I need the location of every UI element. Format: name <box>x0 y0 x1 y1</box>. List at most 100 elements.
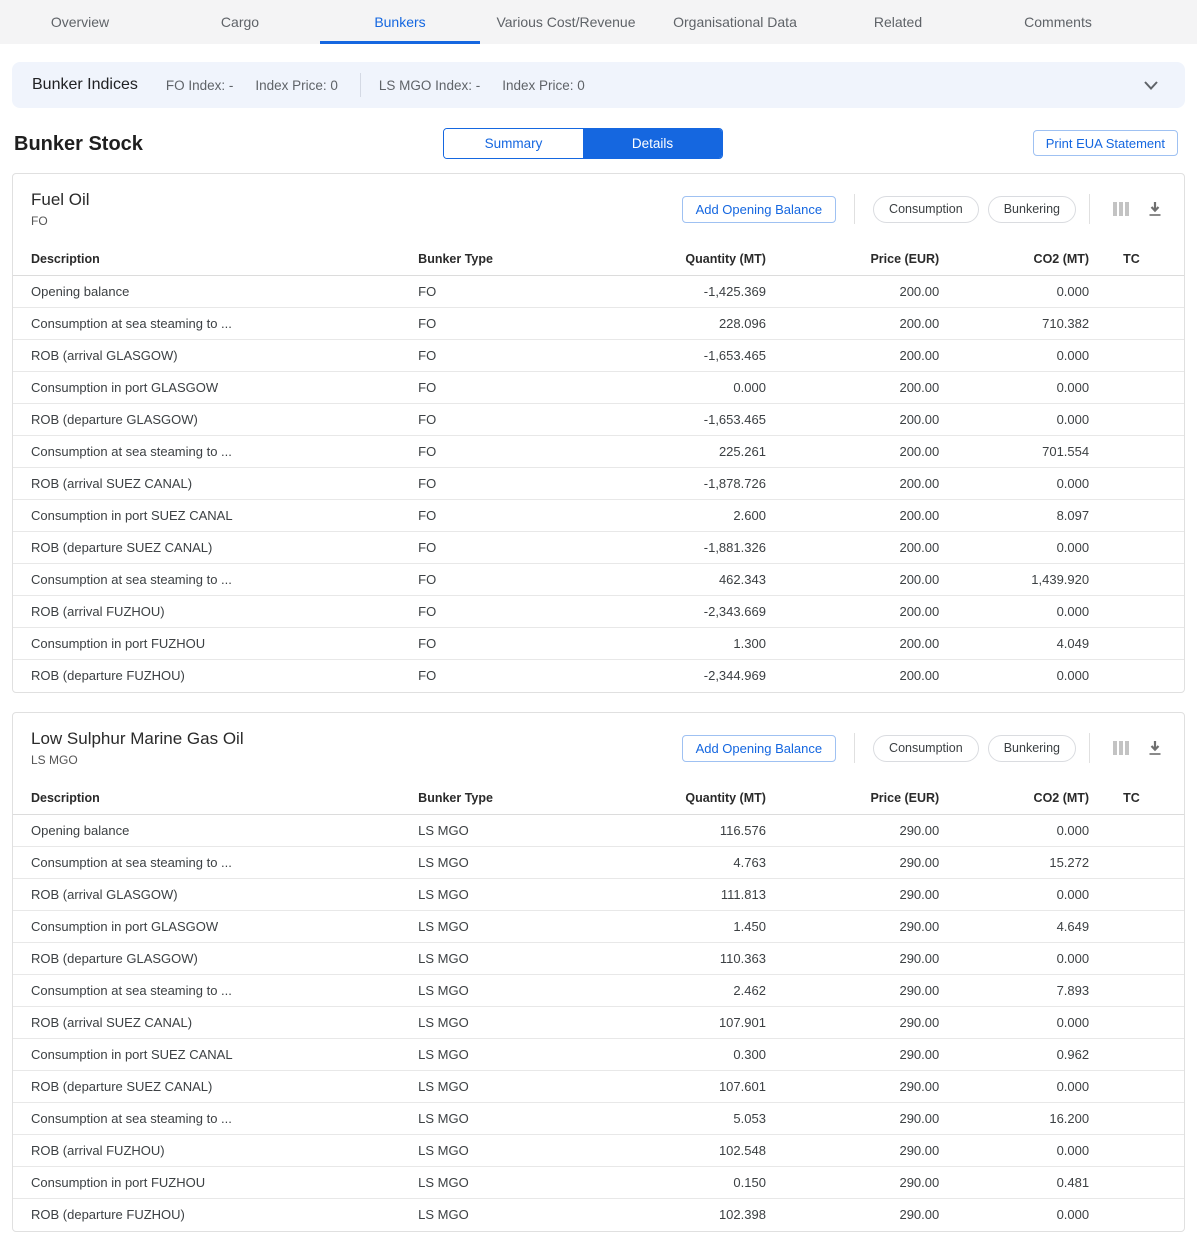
expand-indices-button[interactable] <box>1137 71 1165 99</box>
tab-comments[interactable]: Comments <box>978 0 1138 44</box>
column-settings-button[interactable] <box>1108 196 1134 222</box>
tab-cargo[interactable]: Cargo <box>160 0 320 44</box>
table-row: ROB (arrival GLASGOW)FO-1,653.465200.000… <box>13 340 1184 372</box>
bunker-indices-bar: Bunker Indices FO Index: - Index Price: … <box>12 62 1185 108</box>
col-price: Price (EUR) <box>766 244 939 276</box>
row-description: Consumption in port SUEZ CANAL <box>13 500 418 532</box>
row-quantity: 102.548 <box>594 1135 766 1167</box>
row-co2: 0.000 <box>939 1135 1089 1167</box>
row-co2: 0.000 <box>939 532 1089 564</box>
row-description: ROB (departure GLASGOW) <box>13 404 418 436</box>
row-bunker-type: LS MGO <box>418 1007 594 1039</box>
columns-icon <box>1113 741 1129 755</box>
tab-bunkers[interactable]: Bunkers <box>320 0 480 44</box>
tab-various-cost-revenue[interactable]: Various Cost/Revenue <box>480 0 652 44</box>
bunkering-button[interactable]: Bunkering <box>988 196 1076 223</box>
row-bunker-type: FO <box>418 276 594 308</box>
indices-divider <box>360 73 361 97</box>
tab-organisational-data[interactable]: Organisational Data <box>652 0 818 44</box>
col-tc: TC <box>1089 244 1184 276</box>
row-co2: 0.962 <box>939 1039 1089 1071</box>
row-co2: 0.000 <box>939 596 1089 628</box>
row-description: ROB (arrival GLASGOW) <box>13 879 418 911</box>
row-tc <box>1089 436 1184 468</box>
row-quantity: 116.576 <box>594 815 766 847</box>
row-price: 200.00 <box>766 628 939 660</box>
add-opening-balance-button[interactable]: Add Opening Balance <box>682 196 836 223</box>
row-bunker-type: FO <box>418 596 594 628</box>
table-row: Consumption at sea steaming to ...LS MGO… <box>13 975 1184 1007</box>
row-quantity: -2,343.669 <box>594 596 766 628</box>
table-row: ROB (arrival FUZHOU)FO-2,343.669200.000.… <box>13 596 1184 628</box>
row-co2: 0.000 <box>939 1199 1089 1231</box>
add-opening-balance-button[interactable]: Add Opening Balance <box>682 735 836 762</box>
row-price: 290.00 <box>766 975 939 1007</box>
row-bunker-type: FO <box>418 532 594 564</box>
bunkering-button[interactable]: Bunkering <box>988 735 1076 762</box>
col-description: Description <box>13 783 418 815</box>
consumption-button[interactable]: Consumption <box>873 196 979 223</box>
row-quantity: -1,653.465 <box>594 340 766 372</box>
chevron-down-icon <box>1144 81 1158 90</box>
row-co2: 0.000 <box>939 660 1089 692</box>
row-quantity: 2.600 <box>594 500 766 532</box>
download-icon <box>1147 201 1163 217</box>
row-quantity: -1,425.369 <box>594 276 766 308</box>
row-co2: 1,439.920 <box>939 564 1089 596</box>
row-description: Consumption in port SUEZ CANAL <box>13 1039 418 1071</box>
download-button[interactable] <box>1142 196 1168 222</box>
table-row: Consumption in port GLASGOWFO0.000200.00… <box>13 372 1184 404</box>
row-quantity: 462.343 <box>594 564 766 596</box>
row-quantity: 228.096 <box>594 308 766 340</box>
row-tc <box>1089 975 1184 1007</box>
col-bunker-type: Bunker Type <box>418 244 594 276</box>
row-description: Consumption at sea steaming to ... <box>13 308 418 340</box>
tab-related[interactable]: Related <box>818 0 978 44</box>
row-price: 200.00 <box>766 404 939 436</box>
table-row: ROB (arrival GLASGOW)LS MGO111.813290.00… <box>13 879 1184 911</box>
table-row: ROB (departure GLASGOW)FO-1,653.465200.0… <box>13 404 1184 436</box>
row-price: 200.00 <box>766 340 939 372</box>
row-description: ROB (arrival FUZHOU) <box>13 1135 418 1167</box>
table-row: Consumption in port FUZHOUFO1.300200.004… <box>13 628 1184 660</box>
row-price: 200.00 <box>766 436 939 468</box>
row-quantity: 225.261 <box>594 436 766 468</box>
row-price: 200.00 <box>766 276 939 308</box>
row-tc <box>1089 564 1184 596</box>
tab-overview[interactable]: Overview <box>0 0 160 44</box>
card-actions: Add Opening Balance Consumption Bunkerin… <box>682 733 1168 763</box>
table-row: ROB (arrival FUZHOU)LS MGO102.548290.000… <box>13 1135 1184 1167</box>
row-co2: 15.272 <box>939 847 1089 879</box>
row-co2: 0.000 <box>939 404 1089 436</box>
table-row: Consumption at sea steaming to ...FO225.… <box>13 436 1184 468</box>
top-tab-bar: Overview Cargo Bunkers Various Cost/Reve… <box>0 0 1197 44</box>
col-tc: TC <box>1089 783 1184 815</box>
row-co2: 8.097 <box>939 500 1089 532</box>
row-tc <box>1089 1135 1184 1167</box>
col-quantity: Quantity (MT) <box>594 244 766 276</box>
row-co2: 0.000 <box>939 372 1089 404</box>
row-quantity: 5.053 <box>594 1103 766 1135</box>
download-button[interactable] <box>1142 735 1168 761</box>
bunker-indices-title: Bunker Indices <box>32 76 138 94</box>
summary-toggle-button[interactable]: Summary <box>444 129 583 158</box>
consumption-button[interactable]: Consumption <box>873 735 979 762</box>
col-co2: CO2 (MT) <box>939 783 1089 815</box>
actions-divider <box>854 194 855 224</box>
row-description: Consumption at sea steaming to ... <box>13 436 418 468</box>
table-row: Consumption at sea steaming to ...LS MGO… <box>13 1103 1184 1135</box>
row-quantity: 110.363 <box>594 943 766 975</box>
row-bunker-type: LS MGO <box>418 943 594 975</box>
print-eua-statement-button[interactable]: Print EUA Statement <box>1033 130 1178 156</box>
row-quantity: 102.398 <box>594 1199 766 1231</box>
row-description: Consumption at sea steaming to ... <box>13 564 418 596</box>
row-bunker-type: FO <box>418 564 594 596</box>
details-toggle-button[interactable]: Details <box>583 129 722 158</box>
row-description: Consumption at sea steaming to ... <box>13 975 418 1007</box>
column-settings-button[interactable] <box>1108 735 1134 761</box>
actions-divider <box>1089 194 1090 224</box>
fo-index-value: FO Index: - <box>166 78 234 93</box>
col-bunker-type: Bunker Type <box>418 783 594 815</box>
row-price: 200.00 <box>766 500 939 532</box>
table-row: ROB (departure FUZHOU)FO-2,344.969200.00… <box>13 660 1184 692</box>
